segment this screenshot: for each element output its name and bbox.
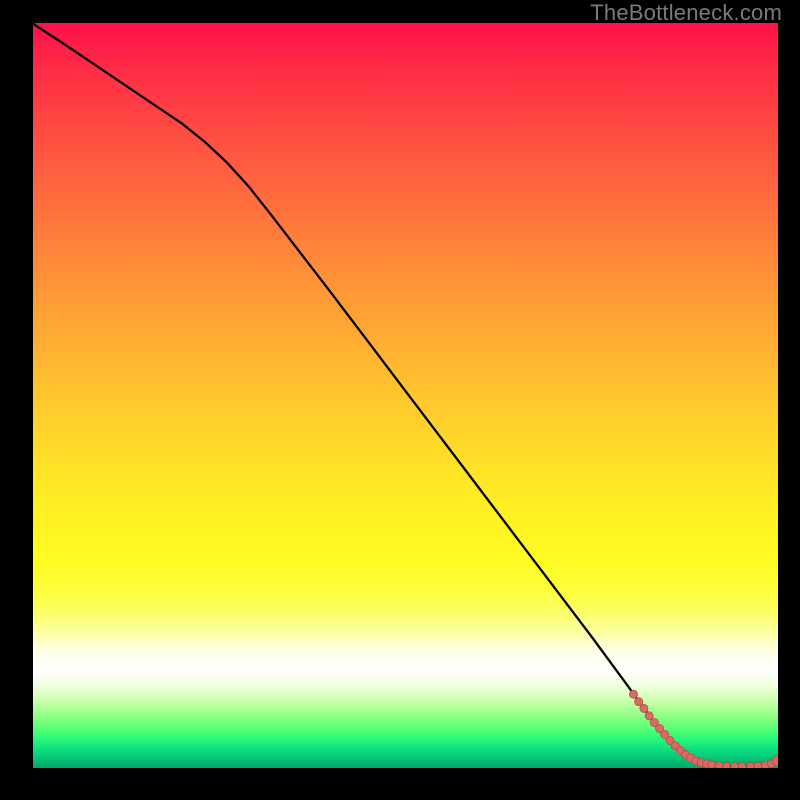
- chart-container: TheBottleneck.com: [0, 0, 800, 800]
- plot-gradient-background: [33, 23, 778, 768]
- watermark: TheBottleneck.com: [590, 0, 782, 26]
